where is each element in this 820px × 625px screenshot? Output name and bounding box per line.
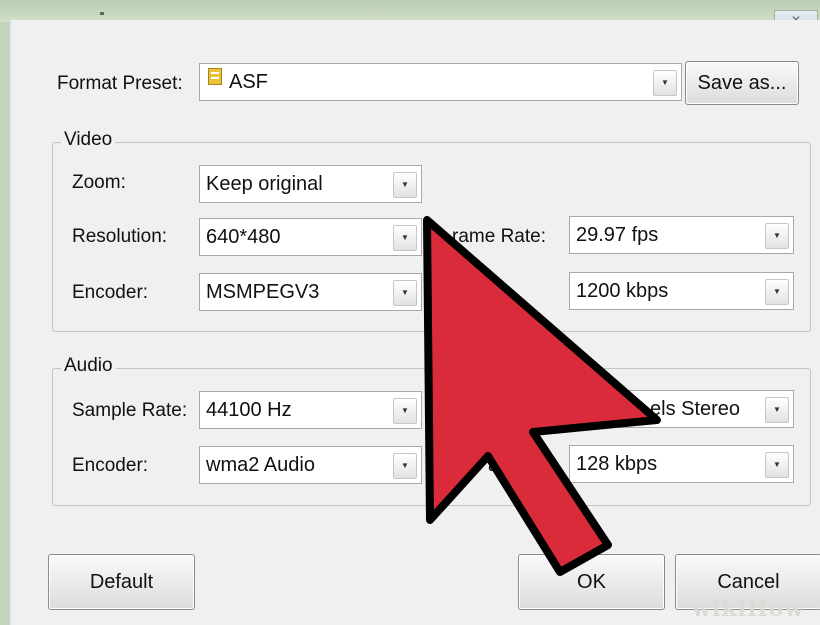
wikihow-watermark: wikiHow: [692, 596, 804, 622]
watermark-wiki: wiki: [692, 596, 747, 622]
watermark-how: How: [746, 596, 805, 622]
mouse-pointer-icon: [423, 216, 661, 576]
